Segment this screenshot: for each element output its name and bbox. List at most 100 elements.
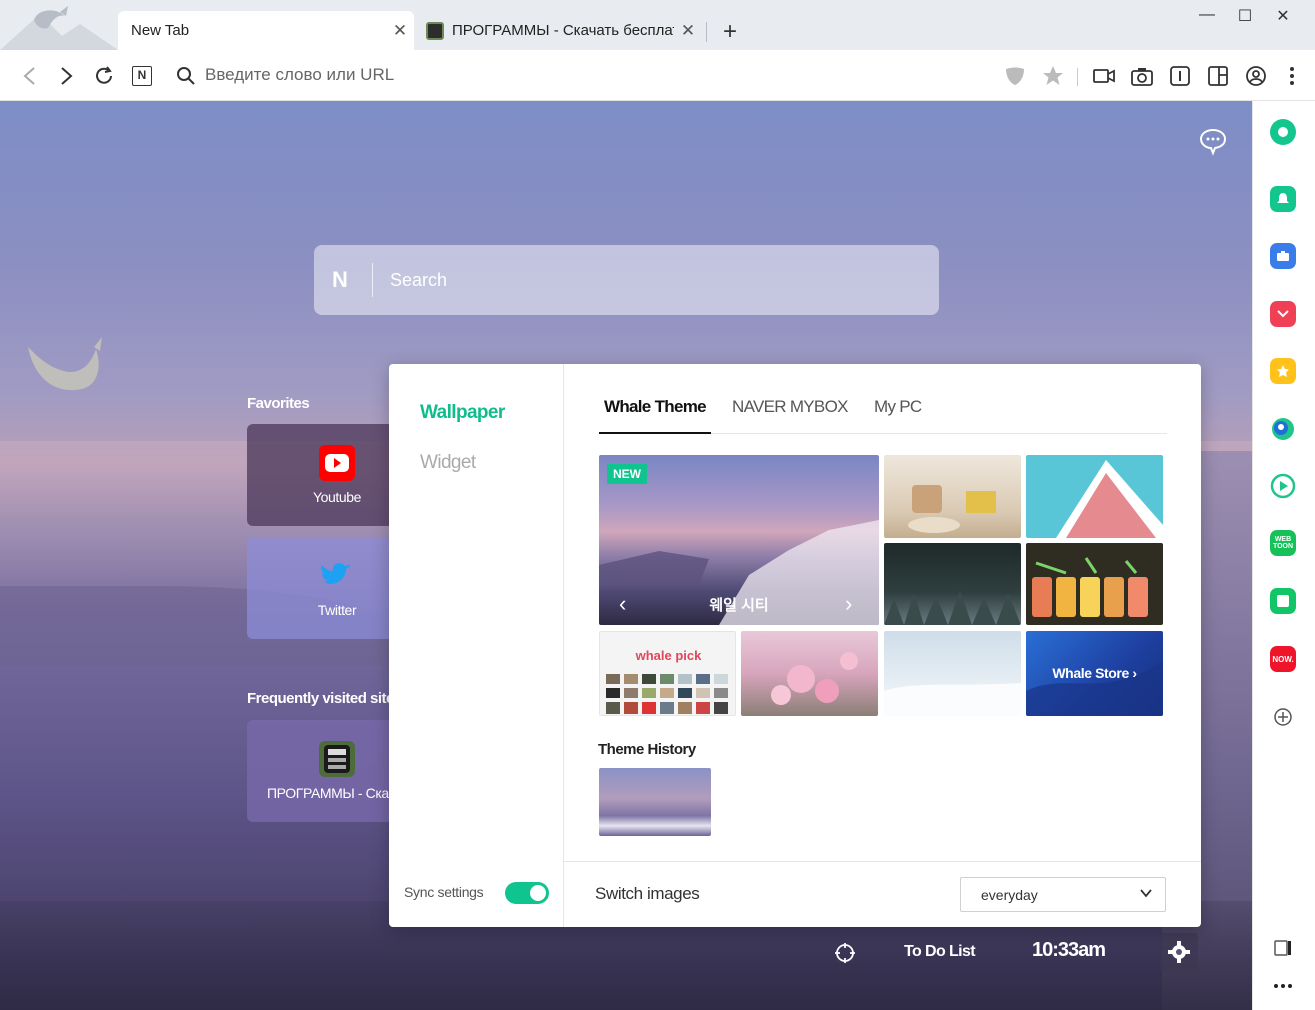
right-sidebar: WEB TOON NOW.: [1252, 101, 1315, 1010]
next-arrow-icon[interactable]: ›: [845, 591, 852, 617]
search-input[interactable]: Search: [390, 270, 447, 291]
shield-icon[interactable]: [1001, 62, 1029, 90]
tab-title: ПРОГРАММЫ - Скачать бесплатные программы: [452, 22, 674, 39]
menu-wallpaper[interactable]: Wallpaper: [420, 402, 505, 424]
favorite-label: Twitter: [317, 602, 357, 618]
naver-search-box[interactable]: N Search: [314, 245, 939, 315]
twitter-icon: [319, 558, 355, 594]
papago-icon[interactable]: [1270, 416, 1296, 442]
chat-bubble-icon[interactable]: [1198, 126, 1228, 156]
address-search-icon: [172, 62, 200, 90]
new-tab-page: N Search Favorites Youtube Twitter Frequ…: [0, 101, 1252, 1010]
camera-capture-icon[interactable]: [1128, 62, 1156, 90]
wallpaper-thumb-snow[interactable]: [884, 631, 1021, 716]
whale-logo-icon: [0, 6, 118, 50]
todo-list-button[interactable]: To Do List: [904, 943, 976, 961]
wallpaper-thumb-drinks[interactable]: [1026, 543, 1163, 625]
theme-history-thumb[interactable]: [599, 768, 711, 836]
whale-space-icon[interactable]: [1270, 119, 1296, 145]
menu-more-icon[interactable]: [1278, 62, 1306, 90]
whale-pick-mosaic: [606, 674, 728, 714]
search-separator: [372, 263, 373, 297]
chevron-down-icon: [1140, 889, 1152, 898]
bookmark-star-icon[interactable]: [1039, 62, 1067, 90]
tab-new-tab[interactable]: New Tab ✕: [118, 11, 414, 50]
tab-programs[interactable]: ПРОГРАММЫ - Скачать бесплатные программы…: [414, 11, 704, 50]
address-bar-input[interactable]: Введите слово или URL: [205, 65, 394, 85]
wallpaper-thumb-blossoms[interactable]: [741, 631, 878, 716]
toolbar-divider: [1077, 68, 1078, 86]
sidebar-toggle-icon[interactable]: [1204, 62, 1232, 90]
reload-button[interactable]: [90, 62, 118, 90]
profile-icon[interactable]: [1242, 62, 1270, 90]
tab-naver-mybox[interactable]: NAVER MYBOX: [732, 397, 848, 434]
wallpaper-settings-panel: Wallpaper Widget Sync settings Whale The…: [389, 364, 1201, 927]
naver-logo-icon: N: [332, 267, 348, 292]
switch-images-label: Switch images: [595, 884, 700, 903]
frequent-sites-title: Frequently visited sites: [247, 690, 397, 707]
reload-icon: [96, 66, 112, 84]
drink-jars-shape: [1032, 557, 1148, 617]
reader-mode-icon[interactable]: [1166, 62, 1194, 90]
forward-button[interactable]: [52, 62, 80, 90]
sidebar-more-icon[interactable]: [1270, 973, 1296, 999]
tab-title: New Tab: [131, 22, 190, 39]
panel-layout-icon[interactable]: [1270, 935, 1296, 961]
new-badge: NEW: [607, 464, 647, 484]
clock-time: 10:33am: [1032, 939, 1106, 961]
new-tab-button[interactable]: +: [716, 18, 744, 46]
featured-caption: 웨일 시티: [709, 597, 769, 614]
tab-divider: [706, 22, 707, 42]
favorites-star-icon[interactable]: [1270, 358, 1296, 384]
naver-home-button[interactable]: N: [128, 62, 156, 90]
favorite-label: Youtube: [312, 489, 362, 505]
switch-images-select[interactable]: everyday: [960, 877, 1166, 912]
favorites-title: Favorites: [247, 395, 310, 412]
sync-settings-toggle[interactable]: [505, 882, 549, 904]
close-window-button[interactable]: ✕: [1265, 6, 1301, 28]
forest-trees-shape: [884, 591, 1021, 625]
pocket-icon[interactable]: [1270, 301, 1296, 327]
toolbar: N Введите слово или URL: [0, 50, 1315, 101]
whale-decoration-icon: [28, 337, 102, 391]
wallpaper-thumb-whale-city[interactable]: NEW ‹ 웨일 시티 ›: [599, 455, 879, 625]
green-square-icon[interactable]: [1270, 588, 1296, 614]
toolbox-icon[interactable]: [1270, 243, 1296, 269]
tab-my-pc[interactable]: My PC: [874, 397, 922, 434]
naver-n-icon: N: [132, 66, 152, 86]
minimize-button[interactable]: —: [1189, 6, 1225, 28]
tab-close-icon[interactable]: ✕: [674, 21, 702, 41]
tab-whale-theme[interactable]: Whale Theme: [599, 397, 711, 434]
blossom-shape: [771, 652, 858, 705]
add-panel-icon[interactable]: [1270, 704, 1296, 730]
maximize-button[interactable]: ☐: [1227, 6, 1263, 28]
wallpaper-thumb-pink-house[interactable]: [1026, 455, 1163, 538]
wallpaper-thumb-whale-pick[interactable]: whale pick: [599, 631, 736, 716]
site-favicon-icon: [319, 741, 355, 777]
menu-widget[interactable]: Widget: [420, 452, 476, 474]
whale-store-tile[interactable]: Whale Store ›: [1026, 631, 1163, 716]
youtube-icon: [319, 445, 355, 481]
video-record-icon[interactable]: [1090, 62, 1118, 90]
webtoon-icon[interactable]: WEB TOON: [1270, 530, 1296, 556]
room-furniture-shape: [908, 485, 996, 533]
now-icon[interactable]: NOW.: [1270, 646, 1296, 672]
music-play-icon[interactable]: [1270, 473, 1296, 499]
whale-logo-area: [0, 0, 118, 50]
wallpaper-thumb-room[interactable]: [884, 455, 1021, 538]
wallpaper-thumb-forest[interactable]: [884, 543, 1021, 625]
theme-history-title: Theme History: [598, 741, 696, 758]
crosshair-icon[interactable]: [834, 942, 856, 964]
forward-arrow-icon: [61, 67, 73, 85]
pink-house-shape: [1056, 460, 1163, 538]
panel-footer-divider: [564, 861, 1201, 862]
notification-bell-icon[interactable]: [1270, 186, 1296, 212]
snow-field-shape: [884, 683, 1021, 716]
wallpaper-source-tabs: Whale Theme NAVER MYBOX My PC: [599, 394, 1167, 434]
back-arrow-icon: [23, 67, 35, 85]
frequent-site-label: ПРОГРАММЫ - Скачать бесплатные программы: [267, 785, 407, 801]
tab-close-icon[interactable]: ✕: [386, 21, 414, 41]
back-button[interactable]: [16, 62, 44, 90]
settings-menu: Wallpaper Widget Sync settings: [389, 364, 564, 927]
settings-button[interactable]: [1160, 933, 1198, 971]
